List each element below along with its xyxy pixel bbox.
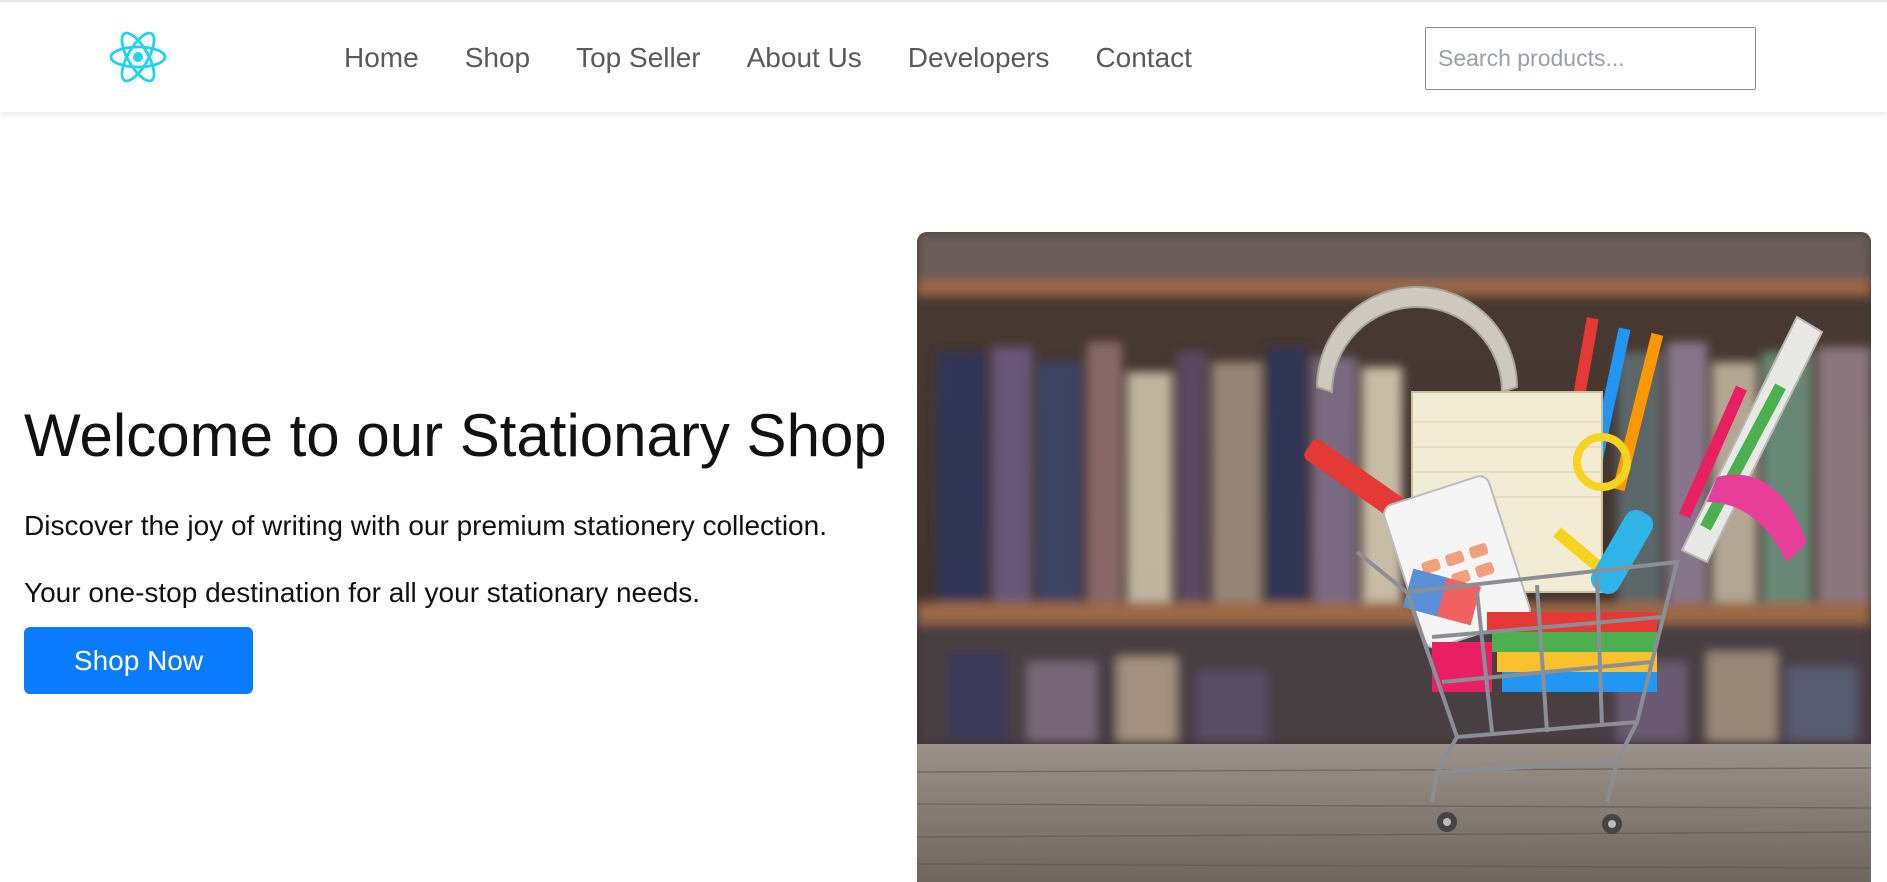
main-nav: Home Shop Top Seller About Us Developers… xyxy=(344,38,1238,78)
hero-image xyxy=(917,232,1871,882)
nav-link-contact[interactable]: Contact xyxy=(1095,38,1192,78)
nav-link-home[interactable]: Home xyxy=(344,38,419,78)
navbar: Home Shop Top Seller About Us Developers… xyxy=(0,0,1887,112)
react-atom-logo-icon[interactable] xyxy=(108,29,168,85)
hero-subtitle-1: Discover the joy of writing with our pre… xyxy=(24,510,827,541)
stationery-cart-photo xyxy=(917,232,1871,882)
hero-title: Welcome to our Stationary Shop xyxy=(24,402,887,469)
search-input[interactable] xyxy=(1425,27,1756,90)
shop-now-button[interactable]: Shop Now xyxy=(24,627,253,694)
nav-link-top-seller[interactable]: Top Seller xyxy=(576,38,701,78)
nav-link-developers[interactable]: Developers xyxy=(908,38,1050,78)
nav-link-shop[interactable]: Shop xyxy=(465,38,530,78)
nav-link-about-us[interactable]: About Us xyxy=(747,38,862,78)
hero-section: Welcome to our Stationary Shop Discover … xyxy=(24,398,904,694)
hero-subtitle-2: Your one-stop destination for all your s… xyxy=(24,577,701,608)
